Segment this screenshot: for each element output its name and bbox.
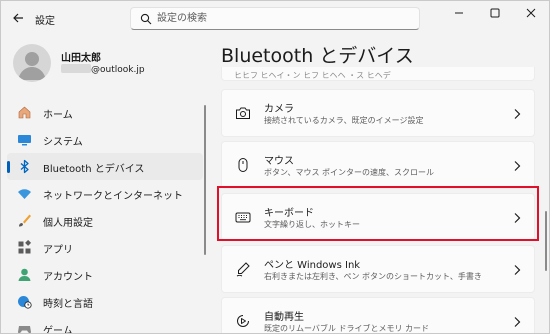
autoplay-icon [237, 315, 249, 327]
partial-card[interactable]: ヒヒフ ヒヘイ・ン ヒフ ヒヘヘ ・ス ヒヘデ [221, 67, 535, 81]
sidebar-item-label: ホーム [43, 110, 73, 121]
sidebar-item-home[interactable]: ホーム [7, 99, 203, 126]
search-box[interactable] [130, 7, 420, 30]
card-description: 既定のリムーバブル ドライブとメモリ カード [264, 324, 430, 333]
sidebar-item-label: ゲーム [43, 326, 73, 334]
card-description: 接続されているカメラ、既定のイメージ設定 [264, 116, 424, 125]
sidebar-item-label: ネットワークとインターネット [43, 191, 183, 202]
avatar-icon [18, 52, 46, 80]
profile-name: 山田太郎 [61, 53, 101, 64]
profile-email: @outlook.jp [61, 64, 145, 75]
sidebar-item-label: アカウント [43, 272, 93, 283]
back-arrow-icon [13, 13, 23, 23]
wifi-icon [18, 189, 31, 199]
card-description: 文字繰り返し、ホットキー [264, 220, 360, 229]
keyboard-card[interactable]: キーボード 文字繰り返し、ホットキー [221, 193, 535, 241]
sidebar-scrollbar[interactable] [204, 105, 206, 255]
close-icon [526, 8, 536, 18]
card-description: ボタン、マウス ポインターの速度、スクロール [264, 168, 435, 177]
card-title: キーボード [264, 208, 314, 219]
camera-icon [236, 107, 250, 119]
chevron-right-icon [514, 213, 521, 223]
window-controls [441, 1, 549, 25]
pen-ink-card[interactable]: ペンと Windows Ink 右利きまたは左利き、ペン ボタンのショートカット… [221, 245, 535, 293]
sidebar-nav: ホーム システム Bluetooth とデバイス ネットワークとインターネット [7, 99, 203, 334]
chevron-right-icon [514, 161, 521, 171]
card-title: マウス [264, 156, 294, 167]
autoplay-card[interactable]: 自動再生 既定のリムーバブル ドライブとメモリ カード [221, 297, 535, 333]
card-description: 右利きまたは左利き、ペン ボタンのショートカット、手書き [264, 272, 482, 281]
avatar [13, 44, 51, 82]
brush-icon [19, 214, 31, 227]
minimize-icon [455, 12, 463, 14]
account-icon [18, 268, 31, 281]
minimize-button[interactable] [441, 1, 477, 25]
sidebar-item-label: アプリ [43, 245, 73, 256]
game-icon [18, 326, 31, 333]
sidebar-item-apps[interactable]: アプリ [7, 234, 203, 261]
main-scrollbar[interactable] [545, 211, 547, 271]
chevron-right-icon [514, 265, 521, 275]
partial-card-text: ヒヒフ ヒヘイ・ン ヒフ ヒヘヘ ・ス ヒヘデ [234, 71, 391, 80]
email-redaction [61, 64, 91, 73]
sidebar-item-gaming[interactable]: ゲーム [7, 315, 203, 334]
title-bar: 設定 [1, 1, 549, 35]
search-icon [140, 13, 152, 25]
bluetooth-icon [20, 159, 29, 174]
app-title: 設定 [35, 16, 55, 27]
chevron-right-icon [514, 109, 521, 119]
sidebar-item-label: 時刻と言語 [43, 299, 93, 310]
apps-icon [18, 240, 32, 254]
settings-window: 設定 山田太郎 @o [0, 0, 550, 334]
sidebar-item-bluetooth[interactable]: Bluetooth とデバイス [7, 153, 203, 180]
system-icon [18, 135, 31, 146]
sidebar-item-accounts[interactable]: アカウント [7, 261, 203, 288]
chevron-right-icon [514, 317, 521, 327]
mouse-card[interactable]: マウス ボタン、マウス ポインターの速度、スクロール [221, 141, 535, 189]
sidebar-item-label: Bluetooth とデバイス [43, 164, 145, 175]
settings-list: ヒヒフ ヒヘイ・ン ヒフ ヒヘヘ ・ス ヒヘデ カメラ 接続されているカメラ、既… [221, 67, 535, 333]
sidebar-item-time-language[interactable]: 時刻と言語 [7, 288, 203, 315]
maximize-button[interactable] [477, 1, 513, 25]
sidebar-item-system[interactable]: システム [7, 126, 203, 153]
user-profile[interactable]: 山田太郎 @outlook.jp [13, 44, 203, 84]
search-input[interactable] [157, 10, 407, 27]
sidebar-item-label: システム [43, 137, 83, 148]
keyboard-icon [235, 212, 251, 223]
back-button[interactable] [9, 9, 27, 27]
sidebar-item-personalization[interactable]: 個人用設定 [7, 207, 203, 234]
page-title: Bluetooth とデバイス [221, 45, 414, 67]
card-title: 自動再生 [264, 312, 304, 323]
sidebar-item-network[interactable]: ネットワークとインターネット [7, 180, 203, 207]
home-icon [18, 106, 31, 119]
pen-icon [236, 262, 250, 277]
card-title: ペンと Windows Ink [264, 260, 361, 271]
sidebar-item-label: 個人用設定 [43, 218, 93, 229]
card-title: カメラ [264, 104, 294, 115]
camera-card[interactable]: カメラ 接続されているカメラ、既定のイメージ設定 [221, 89, 535, 137]
email-suffix: @outlook.jp [91, 65, 145, 75]
globe-clock-icon [18, 296, 32, 309]
mouse-icon [238, 158, 248, 172]
maximize-icon [490, 8, 500, 18]
close-button[interactable] [513, 1, 549, 25]
